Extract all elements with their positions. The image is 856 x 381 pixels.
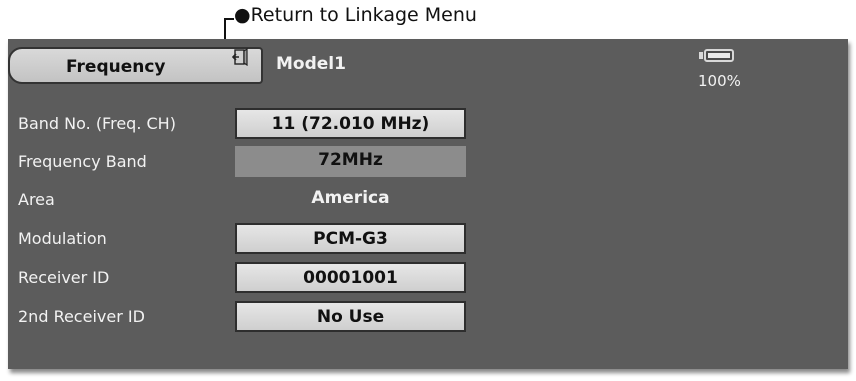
battery-body: [704, 49, 734, 62]
frequency-band-value: 72MHz: [235, 146, 466, 177]
modulation-button[interactable]: PCM-G3: [235, 223, 466, 254]
row-second-receiver-id: 2nd Receiver ID No Use: [8, 297, 848, 335]
area-label: Area: [18, 190, 55, 209]
annotation-leader-tick: [224, 18, 234, 20]
row-receiver-id: Receiver ID 00001001: [8, 258, 848, 296]
second-receiver-id-label: 2nd Receiver ID: [18, 307, 145, 326]
battery-level-fill: [708, 53, 730, 58]
page-title: Frequency: [66, 57, 166, 77]
band-number-button[interactable]: 11 (72.010 MHz): [235, 108, 466, 139]
row-frequency-band: Frequency Band 72MHz: [8, 142, 848, 180]
model-name: Model1: [276, 54, 346, 74]
return-door-icon[interactable]: [232, 48, 250, 66]
receiver-id-button[interactable]: 00001001: [235, 262, 466, 293]
row-area: Area America: [8, 180, 848, 218]
modulation-label: Modulation: [18, 229, 107, 248]
frequency-screen: Frequency Model1 100% Band No. (Freq. CH…: [8, 39, 848, 369]
row-modulation: Modulation PCM-G3: [8, 219, 848, 257]
area-value: America: [311, 188, 390, 208]
annotation-text: ●Return to Linkage Menu: [234, 4, 477, 26]
row-band-number: Band No. (Freq. CH) 11 (72.010 MHz): [8, 104, 848, 142]
frequency-band-label: Frequency Band: [18, 152, 147, 171]
receiver-id-label: Receiver ID: [18, 268, 110, 287]
band-number-label: Band No. (Freq. CH): [18, 114, 176, 133]
frequency-title-tab[interactable]: Frequency: [8, 47, 263, 84]
battery-icon: [698, 49, 738, 66]
battery-percent: 100%: [698, 72, 741, 90]
battery-tip: [699, 52, 703, 59]
second-receiver-id-button[interactable]: No Use: [235, 301, 466, 332]
